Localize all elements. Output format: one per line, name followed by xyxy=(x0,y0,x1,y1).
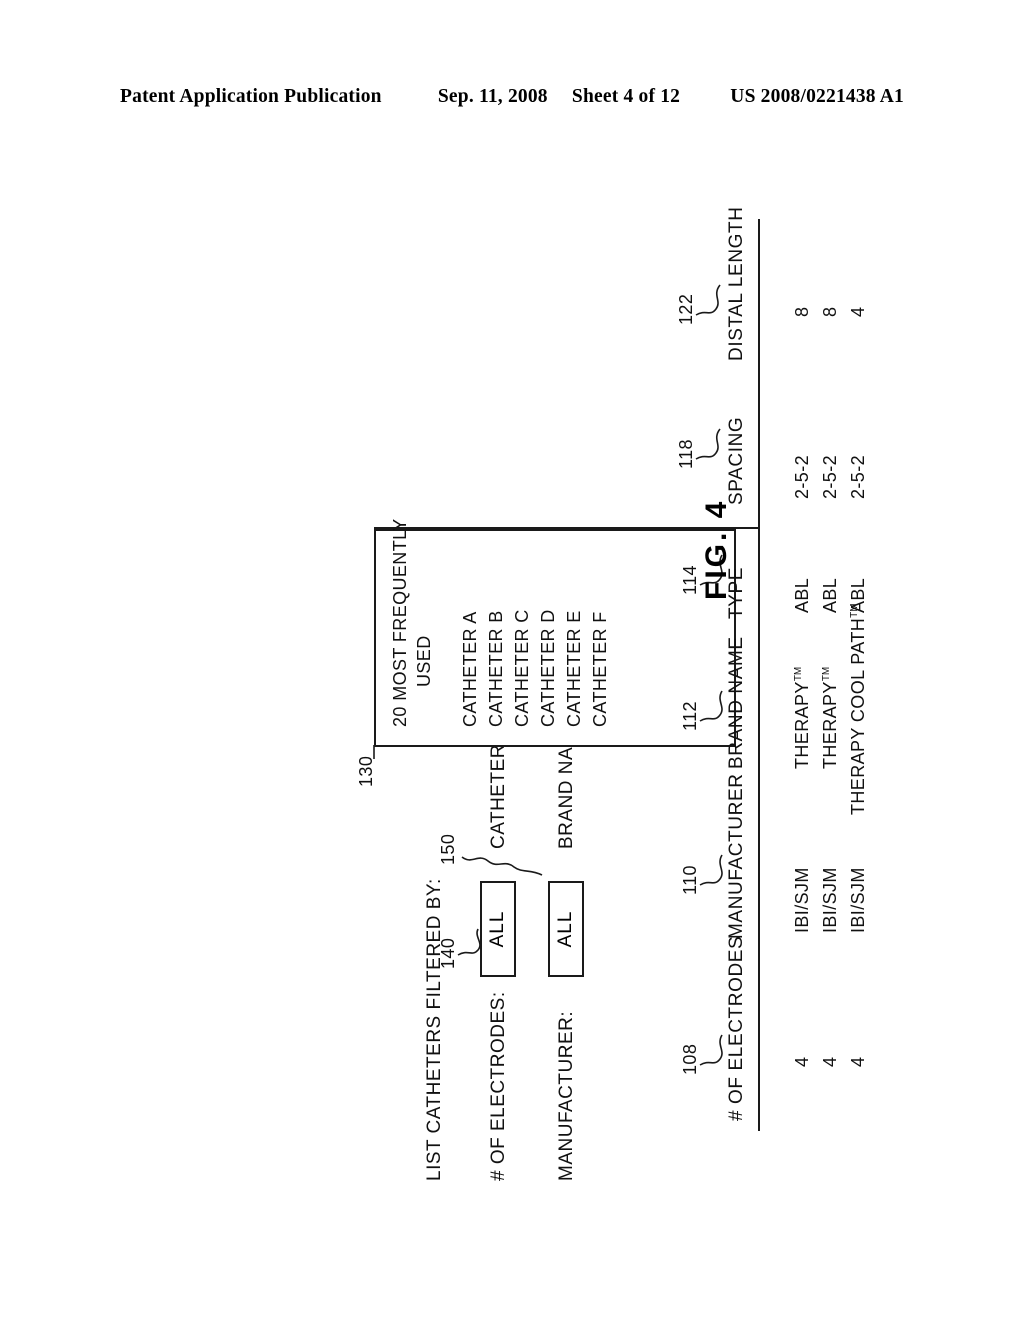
table-row: 8 xyxy=(792,306,812,317)
leader-line-122 xyxy=(695,284,721,316)
table-row: IBI/SJM xyxy=(820,867,840,933)
sheet-number: Sheet 4 of 12 xyxy=(571,86,681,107)
trademark-symbol: TM xyxy=(793,666,804,682)
listbox-header-line1: 20 MOST FREQUENTLY xyxy=(390,518,410,727)
list-item[interactable]: CATHETER F xyxy=(590,611,611,727)
publication-label: Patent Application Publication xyxy=(120,86,382,107)
list-item[interactable]: CATHETER C xyxy=(512,609,533,727)
table-row: 4 xyxy=(820,1056,840,1067)
listbox-header-line2: USED xyxy=(414,635,434,687)
manufacturer-filter-dropdown[interactable]: ALL xyxy=(548,881,584,977)
list-item[interactable]: CATHETER A xyxy=(460,611,481,727)
trademark-symbol: TM xyxy=(821,666,832,682)
leader-line-118 xyxy=(695,428,721,460)
electrodes-filter-label: # OF ELECTRODES: xyxy=(488,991,509,1181)
filter-panel-title: LIST CATHETERS FILTERED BY: xyxy=(424,878,445,1181)
brand-name-text: THERAPY xyxy=(792,681,812,769)
table-row: 4 xyxy=(848,1056,868,1067)
table-row: IBI/SJM xyxy=(848,867,868,933)
table-row: THERAPYTM xyxy=(820,667,841,769)
column-header-spacing: SPACING xyxy=(726,416,747,505)
column-header-distal-length: DISTAL LENGTH xyxy=(726,206,747,361)
list-item[interactable]: CATHETER E xyxy=(564,610,585,727)
table-row: 2-5-2 xyxy=(792,454,812,499)
leader-line-110 xyxy=(699,854,723,886)
manufacturer-filter-value: ALL xyxy=(555,910,576,948)
leader-line-130 xyxy=(373,745,375,759)
table-row: THERAPYTM xyxy=(792,667,813,769)
patent-number: US 2008/0221438 A1 xyxy=(730,86,904,107)
leader-line-140 xyxy=(457,928,481,956)
publication-date: Sep. 11, 2008 xyxy=(437,86,548,107)
table-row: 4 xyxy=(792,1056,812,1067)
table-row: THERAPY COOL PATHTM xyxy=(848,603,869,815)
electrodes-filter-value: ALL xyxy=(487,910,508,948)
table-row: ABL xyxy=(820,577,840,613)
brand-name-text: THERAPY xyxy=(820,681,840,769)
table-row: 4 xyxy=(848,306,868,317)
leader-line-112 xyxy=(699,690,723,722)
table-row: 2-5-2 xyxy=(848,454,868,499)
table-row: ABL xyxy=(848,577,868,613)
brand-name-text: THERAPY COOL PATH xyxy=(848,617,868,815)
figure-caption: FIG. 4 xyxy=(700,499,734,600)
ref-150: 150 xyxy=(438,833,458,865)
table-row: ABL xyxy=(792,577,812,613)
patent-page-header: Patent Application Publication Sep. 11, … xyxy=(0,86,1024,108)
leader-line-108 xyxy=(699,1034,723,1066)
list-item[interactable]: CATHETER B xyxy=(486,610,507,727)
manufacturer-filter-label: MANUFACTURER: xyxy=(556,1010,577,1181)
table-header-rule xyxy=(758,219,760,1131)
list-item[interactable]: CATHETER D xyxy=(538,609,559,727)
table-row: IBI/SJM xyxy=(792,867,812,933)
figure-label: FIG. 4 xyxy=(700,498,733,600)
figure-4-drawing: LIST CATHETERS FILTERED BY: # OF ELECTRO… xyxy=(188,127,888,1217)
table-row: 8 xyxy=(820,306,840,317)
table-row: 2-5-2 xyxy=(820,454,840,499)
